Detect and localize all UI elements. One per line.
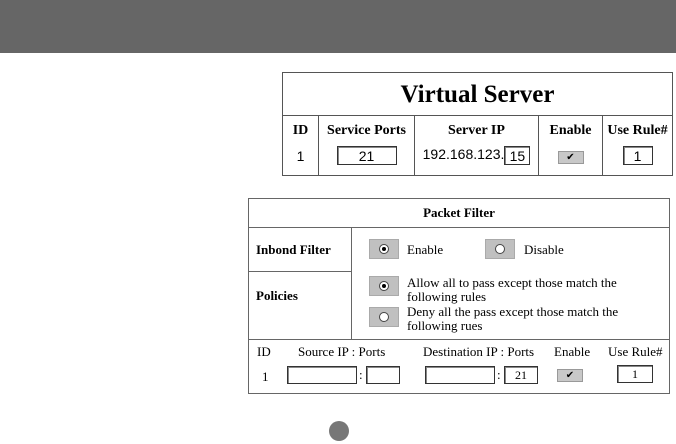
vs-col-enable: Enable ✔ xyxy=(539,115,603,175)
server-ip-prefix: 192.168.123. xyxy=(422,146,505,163)
divider xyxy=(351,227,352,339)
dest-ip-input[interactable] xyxy=(425,366,495,384)
pf-header-id: ID xyxy=(257,344,271,359)
policy-deny-radio[interactable] xyxy=(369,307,399,327)
dest-colon: : xyxy=(497,367,501,382)
vs-row-id: 1 xyxy=(296,148,305,164)
vs-use-rule-input[interactable]: 1 xyxy=(622,146,653,165)
vs-col-use-rule: Use Rule# 1 xyxy=(603,115,672,175)
vs-col-server-ip: Server IP 192.168.123. 15 xyxy=(415,115,539,175)
pf-header-destination: Destination IP : Ports xyxy=(423,344,535,359)
policy-allow-text: Allow all to pass except those match the… xyxy=(407,275,617,304)
inbond-disable-radio[interactable] xyxy=(485,239,515,259)
inbond-filter-label: Inbond Filter xyxy=(256,242,331,257)
virtual-server-panel: Virtual Server ID 1 Service Ports 21 Ser… xyxy=(282,72,673,176)
virtual-server-title: Virtual Server xyxy=(283,73,672,116)
vs-header-enable: Enable xyxy=(549,123,592,138)
policy-allow-radio[interactable] xyxy=(369,276,399,296)
policies-label: Policies xyxy=(256,288,298,303)
inbond-enable-radio[interactable] xyxy=(369,239,399,259)
pf-header-use-rule: Use Rule# xyxy=(608,344,663,359)
inbond-enable-label: Enable xyxy=(407,242,444,257)
policy-deny-text: Deny all the pass except those match the… xyxy=(407,304,619,333)
vs-header-service-ports: Service Ports xyxy=(327,123,406,138)
service-port-input[interactable]: 21 xyxy=(336,146,397,165)
packet-filter-title: Packet Filter xyxy=(249,199,669,228)
source-ip-input[interactable] xyxy=(287,366,357,384)
source-colon: : xyxy=(359,367,363,382)
vs-enable-checkbox[interactable]: ✔ xyxy=(557,150,584,164)
vs-header-use-rule: Use Rule# xyxy=(607,123,668,138)
inbond-disable-label: Disable xyxy=(524,242,564,257)
vs-header-id: ID xyxy=(292,123,309,138)
server-ip-last-input[interactable]: 15 xyxy=(504,146,531,165)
pf-header-enable: Enable xyxy=(554,344,591,359)
page-marker-circle xyxy=(329,421,349,441)
vs-col-service-ports: Service Ports 21 xyxy=(319,115,415,175)
pf-enable-checkbox[interactable]: ✔ xyxy=(557,369,583,382)
pf-use-rule-input[interactable]: 1 xyxy=(617,365,653,383)
vs-header-server-ip: Server IP xyxy=(448,123,505,138)
dest-port-input[interactable]: 21 xyxy=(504,366,538,384)
source-port-input[interactable] xyxy=(366,366,400,384)
pf-row-id: 1 xyxy=(262,369,269,384)
divider xyxy=(249,339,669,340)
vs-col-id: ID 1 xyxy=(283,115,319,175)
header-bar xyxy=(0,0,676,53)
packet-filter-panel: Packet Filter Inbond Filter Enable Disab… xyxy=(248,198,670,394)
pf-header-source: Source IP : Ports xyxy=(298,344,386,359)
divider xyxy=(249,271,351,272)
